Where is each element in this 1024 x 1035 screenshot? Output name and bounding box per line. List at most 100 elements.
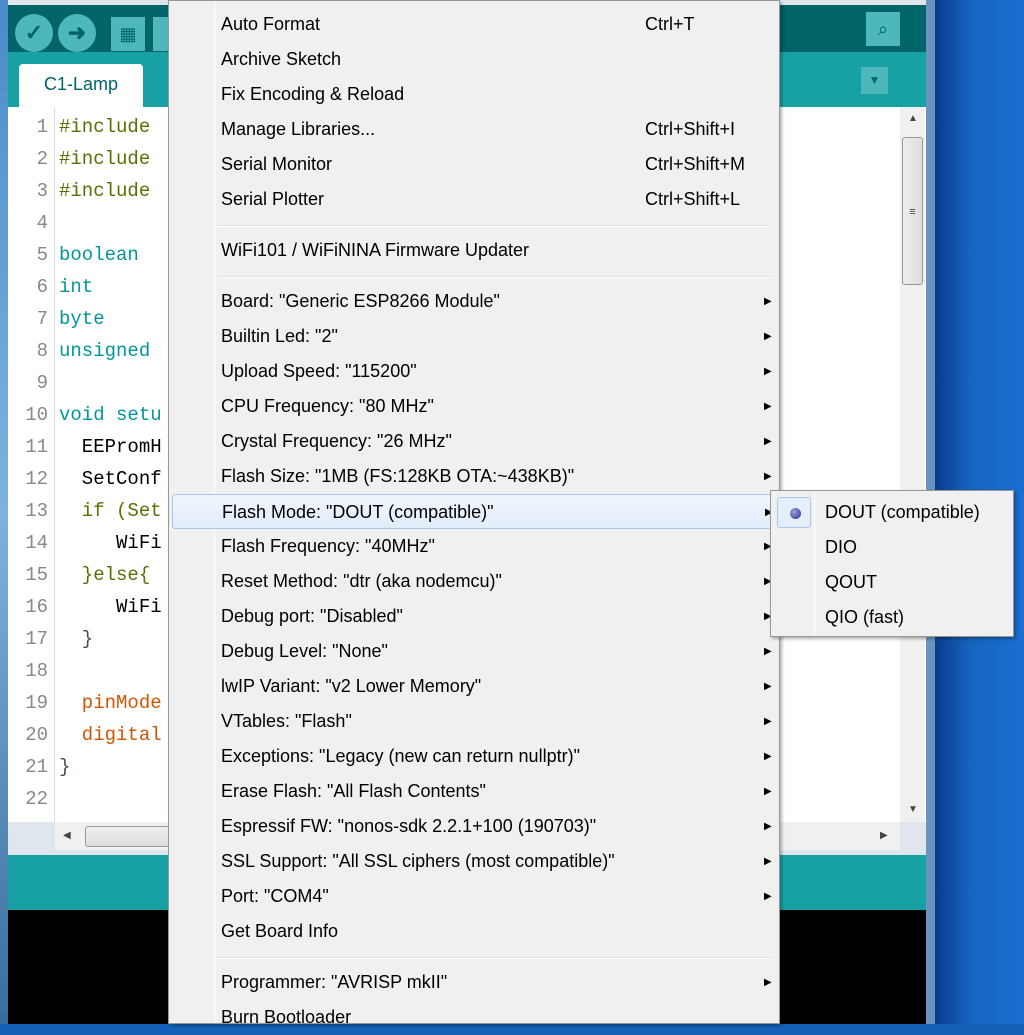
radio-selected-indicator [777, 497, 811, 528]
new-button[interactable]: ▦ [111, 17, 145, 51]
menu-item-label: Manage Libraries... [221, 119, 376, 139]
line-number: 20 [25, 724, 48, 746]
code-line: if (Set [59, 500, 162, 522]
submenu-item-label: QIO (fast) [825, 607, 905, 627]
code-line: unsigned [59, 340, 151, 362]
menu-item[interactable]: Erase Flash: "All Flash Contents" ▶ [172, 774, 776, 809]
submenu-item[interactable]: QIO (fast) [774, 600, 1010, 635]
line-number: 16 [25, 596, 48, 618]
vertical-scrollbar[interactable]: ▲ ≡ ▼ [900, 107, 925, 822]
menu-item[interactable]: Auto Format Ctrl+T [172, 7, 776, 42]
submenu-arrow-icon: ▶ [764, 646, 772, 657]
menu-item-shortcut: Ctrl+Shift+L [645, 189, 741, 209]
menu-item[interactable]: Serial Monitor Ctrl+Shift+M [172, 147, 776, 182]
menu-item-label: Board: "Generic ESP8266 Module" [221, 291, 500, 311]
code-line: digital [59, 724, 162, 746]
submenu-arrow-icon: ▶ [764, 331, 772, 342]
submenu-item[interactable]: DOUT (compatible) [774, 495, 1010, 530]
submenu-arrow-icon: ▶ [764, 436, 772, 447]
menu-item[interactable]: Upload Speed: "115200" ▶ [172, 354, 776, 389]
line-number: 10 [25, 404, 48, 426]
tab-menu-dropdown[interactable]: ▼ [861, 67, 888, 94]
menu-item-label: Builtin Led: "2" [221, 326, 338, 346]
menu-item-label: CPU Frequency: "80 MHz" [221, 396, 434, 416]
menu-item[interactable]: Flash Size: "1MB (FS:128KB OTA:~438KB)" ▶ [172, 459, 776, 494]
submenu-arrow-icon: ▶ [764, 681, 772, 692]
submenu-arrow-icon: ▶ [764, 751, 772, 762]
line-number: 8 [36, 340, 48, 362]
menu-item[interactable]: Archive Sketch [172, 42, 776, 77]
scroll-left-icon[interactable]: ◀ [63, 830, 71, 841]
line-number: 21 [25, 756, 48, 778]
menu-item[interactable]: Programmer: "AVRISP mkII" ▶ [172, 965, 776, 1000]
submenu-arrow-icon: ▶ [764, 401, 772, 412]
submenu-arrow-icon: ▶ [764, 891, 772, 902]
code-line: WiFi [59, 596, 162, 618]
submenu-item[interactable]: DIO [774, 530, 1010, 565]
line-number: 18 [25, 660, 48, 682]
menu-item-label: WiFi101 / WiFiNINA Firmware Updater [221, 240, 530, 260]
code-line: EEPromH [59, 436, 162, 458]
menu-item[interactable]: Fix Encoding & Reload [172, 77, 776, 112]
menu-item-label: Upload Speed: "115200" [221, 361, 417, 381]
menu-item[interactable]: Flash Mode: "DOUT (compatible)" ▶ [172, 494, 776, 529]
menu-item[interactable]: Get Board Info [172, 914, 776, 949]
code-line: #include [59, 148, 151, 170]
menu-item-shortcut: Ctrl+Shift+M [645, 154, 746, 174]
submenu-arrow-icon: ▶ [764, 977, 772, 988]
submenu-item[interactable]: QOUT [774, 565, 1010, 600]
menu-item[interactable]: Espressif FW: "nonos-sdk 2.2.1+100 (1907… [172, 809, 776, 844]
menu-item[interactable]: Burn Bootloader [172, 1000, 776, 1035]
vertical-scroll-thumb[interactable]: ≡ [902, 137, 923, 285]
menu-item[interactable]: Crystal Frequency: "26 MHz" ▶ [172, 424, 776, 459]
menu-item[interactable]: Debug port: "Disabled" ▶ [172, 599, 776, 634]
scroll-down-icon[interactable]: ▼ [908, 804, 918, 815]
menu-item[interactable]: Manage Libraries... Ctrl+Shift+I [172, 112, 776, 147]
menu-item[interactable]: WiFi101 / WiFiNINA Firmware Updater [172, 233, 776, 268]
submenu-arrow-icon: ▶ [764, 296, 772, 307]
menu-item-label: Crystal Frequency: "26 MHz" [221, 431, 452, 451]
menu-item[interactable]: Flash Frequency: "40MHz" ▶ [172, 529, 776, 564]
code-line: } [59, 756, 71, 778]
menu-item-label: Flash Frequency: "40MHz" [221, 536, 435, 556]
submenu-arrow-icon: ▶ [764, 366, 772, 377]
desktop-background [0, 0, 8, 1024]
line-number: 22 [25, 788, 48, 810]
menu-item[interactable]: SSL Support: "All SSL ciphers (most comp… [172, 844, 776, 879]
tools-menu: Auto Format Ctrl+T Archive Sketch Fix Encod… [168, 0, 780, 1027]
upload-button[interactable]: ➜ [58, 14, 96, 52]
menu-item-label: Exceptions: "Legacy (new can return null… [221, 746, 580, 766]
code-line: #include [59, 180, 151, 202]
scroll-right-icon[interactable]: ▶ [880, 830, 888, 841]
menu-item[interactable]: Port: "COM4" ▶ [172, 879, 776, 914]
menu-item[interactable]: Board: "Generic ESP8266 Module" ▶ [172, 284, 776, 319]
menu-separator [217, 276, 772, 278]
line-number: 1 [36, 116, 48, 138]
serial-monitor-button[interactable]: ⌕ [866, 12, 900, 46]
line-number: 9 [36, 372, 48, 394]
line-number: 11 [25, 436, 48, 458]
code-line: SetConf [59, 468, 162, 490]
menu-item[interactable]: Serial Plotter Ctrl+Shift+L [172, 182, 776, 217]
menu-item[interactable]: Exceptions: "Legacy (new can return null… [172, 739, 776, 774]
menu-item[interactable]: VTables: "Flash" ▶ [172, 704, 776, 739]
line-number: 7 [36, 308, 48, 330]
menu-item-shortcut: Ctrl+Shift+I [645, 119, 736, 139]
submenu-item-label: DOUT (compatible) [825, 502, 980, 522]
verify-button[interactable]: ✓ [15, 14, 53, 52]
line-number: 13 [25, 500, 48, 522]
line-number: 15 [25, 564, 48, 586]
menu-item-label: Burn Bootloader [221, 1007, 352, 1027]
tab-c1-lamp[interactable]: C1-Lamp [19, 64, 143, 107]
menu-item-label: Debug port: "Disabled" [221, 606, 403, 626]
menu-item[interactable]: Reset Method: "dtr (aka nodemcu)" ▶ [172, 564, 776, 599]
menu-item[interactable]: CPU Frequency: "80 MHz" ▶ [172, 389, 776, 424]
scroll-up-icon[interactable]: ▲ [908, 113, 918, 124]
line-number: 19 [25, 692, 48, 714]
menu-item[interactable]: lwIP Variant: "v2 Lower Memory" ▶ [172, 669, 776, 704]
submenu-arrow-icon: ▶ [764, 856, 772, 867]
radio-dot-icon [790, 508, 801, 519]
menu-separator [217, 225, 772, 227]
menu-item[interactable]: Debug Level: "None" ▶ [172, 634, 776, 669]
menu-item[interactable]: Builtin Led: "2" ▶ [172, 319, 776, 354]
